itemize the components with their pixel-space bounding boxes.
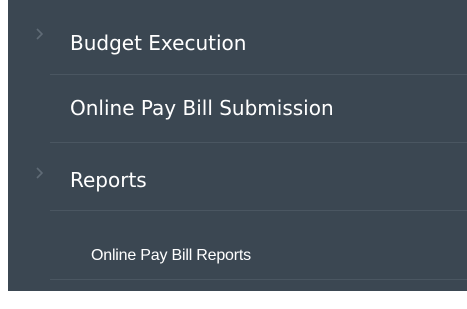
menu-item-budget-execution[interactable]: Budget Execution	[8, 0, 467, 74]
menu-divider	[50, 279, 467, 280]
submenu-item-online-pay-bill-reports[interactable]: Online Pay Bill Reports	[8, 211, 467, 279]
menu-item-reports[interactable]: Reports	[8, 143, 467, 210]
menu-item-label: Reports	[70, 168, 147, 192]
menu-item-online-pay-bill-submission[interactable]: Online Pay Bill Submission	[8, 75, 467, 142]
menu-item-label: Budget Execution	[70, 31, 247, 55]
menu-item-label: Online Pay Bill Reports	[91, 247, 251, 264]
chevron-right-icon	[36, 167, 43, 179]
chevron-right-icon	[36, 28, 43, 40]
sidebar-menu: Budget Execution Online Pay Bill Submiss…	[8, 0, 467, 291]
menu-item-label: Online Pay Bill Submission	[70, 96, 334, 120]
